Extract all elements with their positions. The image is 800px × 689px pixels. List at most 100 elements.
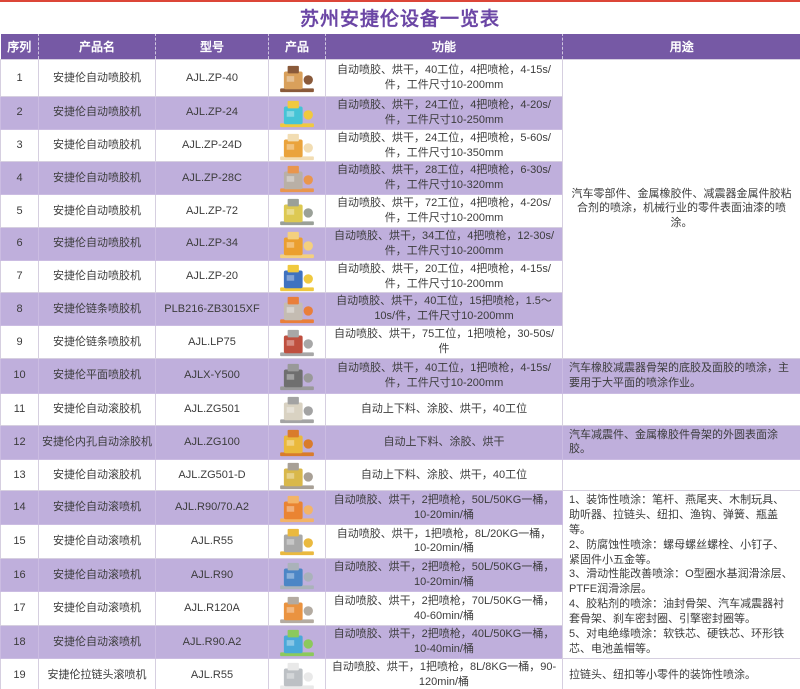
function-cell: 自动喷胶、烘干，40工位，15把喷枪，1.5～10s/件，工件尺寸10-200m… — [326, 293, 563, 326]
model-cell: AJL.ZP-24 — [156, 97, 269, 130]
usage-text-line: 1、装饰性喷涂：笔杆、燕尾夹、木制玩具、助听器、拉链头、纽扣、渔钩、弹簧、瓶盖等… — [569, 493, 794, 538]
function-cell: 自动喷胶、烘干，28工位，4把喷枪，6-30s/件，工件尺寸10-320mm — [326, 162, 563, 195]
table-header-row: 序列 产品名 型号 产品 功能 用途 — [1, 34, 800, 60]
product-image-cell — [269, 491, 326, 525]
usage-cell: 汽车零部件、金属橡胶件、减震器金属件胶粘合剂的喷涂，机械行业的零件表面油漆的喷涂… — [563, 60, 800, 359]
machine-icon — [277, 98, 317, 128]
page-title: 苏州安捷伦设备一览表 — [300, 4, 500, 31]
product-image-cell — [269, 558, 326, 592]
seq-cell: 5 — [1, 195, 39, 228]
seq-cell: 19 — [1, 659, 39, 689]
model-cell: AJL.ZP-34 — [156, 228, 269, 261]
machine-icon — [277, 660, 317, 689]
machine-icon — [277, 262, 317, 292]
usage-text-line: 5、对电绝缘喷涂：软铁芯、硬铁芯、环形铁芯、电池盖帽等。 — [569, 627, 794, 657]
usage-text-line: 拉链头、纽扣等小零件的装饰性喷涂。 — [569, 668, 794, 683]
function-cell: 自动喷胶、烘干，1把喷枪，8L/20KG一桶，10-20min/桶 — [326, 525, 563, 559]
model-cell: AJL.ZG100 — [156, 425, 269, 460]
function-cell: 自动喷胶、烘干，24工位，4把喷枪，4-20s/件，工件尺寸10-250mm — [326, 97, 563, 130]
product-name-cell: 安捷伦自动喷胶机 — [39, 195, 156, 228]
product-name-cell: 安捷伦自动滚喷机 — [39, 592, 156, 626]
header-name: 产品名 — [39, 34, 156, 60]
model-cell: AJLX-Y500 — [156, 358, 269, 393]
table-row: 12安捷伦内孔自动涂胶机AJL.ZG100自动上下料、涂胶、烘干汽车减震件、金属… — [1, 425, 800, 460]
model-cell: AJL.ZG501-D — [156, 460, 269, 491]
product-image-cell — [269, 97, 326, 130]
product-image-cell — [269, 162, 326, 195]
model-cell: AJL.R55 — [156, 659, 269, 689]
equipment-table-body: 1安捷伦自动喷胶机AJL.ZP-40自动喷胶、烘干，40工位，4把喷枪，4-15… — [1, 60, 800, 689]
machine-icon — [277, 63, 317, 93]
seq-cell: 4 — [1, 162, 39, 195]
seq-cell: 13 — [1, 460, 39, 491]
function-cell: 自动喷胶、烘干，34工位，4把喷枪，12-30s/件，工件尺寸10-200mm — [326, 228, 563, 261]
product-image-cell — [269, 129, 326, 162]
seq-cell: 1 — [1, 60, 39, 97]
usage-text-line: 汽车橡胶减震器骨架的底胶及面胶的喷涂，主要用于大平面的喷涂作业。 — [569, 361, 794, 391]
model-cell: AJL.ZP-40 — [156, 60, 269, 97]
function-cell: 自动喷胶、烘干，2把喷枪，50L/50KG一桶，10-20min/桶 — [326, 558, 563, 592]
usage-cell — [563, 460, 800, 491]
model-cell: AJL.R90.A2 — [156, 625, 269, 659]
machine-icon — [277, 594, 317, 624]
header-image: 产品 — [269, 34, 326, 60]
seq-cell: 17 — [1, 592, 39, 626]
product-image-cell — [269, 60, 326, 97]
model-cell: PLB216-ZB3015XF — [156, 293, 269, 326]
product-name-cell: 安捷伦自动喷胶机 — [39, 228, 156, 261]
table-row: 19安捷伦拉链头滚喷机AJL.R55自动喷胶、烘干，1把喷枪，8L/8KG一桶，… — [1, 659, 800, 689]
model-cell: AJL.R120A — [156, 592, 269, 626]
product-name-cell: 安捷伦链条喷胶机 — [39, 326, 156, 359]
product-image-cell — [269, 425, 326, 460]
machine-icon — [277, 526, 317, 556]
machine-icon — [277, 361, 317, 391]
product-name-cell: 安捷伦自动滚胶机 — [39, 460, 156, 491]
product-image-cell — [269, 326, 326, 359]
function-cell: 自动喷胶、烘干，40工位，1把喷枪，4-15s/件，工件尺寸10-200mm — [326, 358, 563, 393]
product-image-cell — [269, 228, 326, 261]
product-name-cell: 安捷伦自动喷胶机 — [39, 97, 156, 130]
header-usage: 用途 — [563, 34, 800, 60]
header-func: 功能 — [326, 34, 563, 60]
model-cell: AJL.LP75 — [156, 326, 269, 359]
function-cell: 自动喷胶、烘干，2把喷枪，70L/50KG一桶，40-60min/桶 — [326, 592, 563, 626]
usage-text-line: 汽车减震件、金属橡胶件骨架的外圆表面涂胶。 — [569, 428, 794, 458]
product-name-cell: 安捷伦自动喷胶机 — [39, 129, 156, 162]
product-image-cell — [269, 195, 326, 228]
equipment-table: 序列 产品名 型号 产品 功能 用途 1安捷伦自动喷胶机AJL.ZP-40自动喷… — [0, 33, 800, 689]
function-cell: 自动上下料、涂胶、烘干 — [326, 425, 563, 460]
product-image-cell — [269, 393, 326, 425]
table-row: 10安捷伦平面喷胶机AJLX-Y500自动喷胶、烘干，40工位，1把喷枪，4-1… — [1, 358, 800, 393]
model-cell: AJL.ZP-24D — [156, 129, 269, 162]
usage-cell: 1、装饰性喷涂：笔杆、燕尾夹、木制玩具、助听器、拉链头、纽扣、渔钩、弹簧、瓶盖等… — [563, 491, 800, 659]
usage-cell — [563, 393, 800, 425]
usage-text-line: 4、胶粘剂的喷涂：油封骨架、汽车减震器衬套骨架、刹车密封圈、引擎密封圈等。 — [569, 597, 794, 627]
seq-cell: 11 — [1, 393, 39, 425]
seq-cell: 15 — [1, 525, 39, 559]
seq-cell: 7 — [1, 260, 39, 293]
machine-icon — [277, 196, 317, 226]
product-name-cell: 安捷伦内孔自动涂胶机 — [39, 425, 156, 460]
function-cell: 自动喷胶、烘干，2把喷枪，50L/50KG一桶，10-20min/桶 — [326, 491, 563, 525]
machine-icon — [277, 560, 317, 590]
function-cell: 自动喷胶、烘干，2把喷枪，40L/50KG一桶，10-40min/桶 — [326, 625, 563, 659]
product-name-cell: 安捷伦链条喷胶机 — [39, 293, 156, 326]
product-image-cell — [269, 625, 326, 659]
model-cell: AJL.R90/70.A2 — [156, 491, 269, 525]
product-name-cell: 安捷伦自动喷胶机 — [39, 60, 156, 97]
usage-cell: 汽车橡胶减震器骨架的底胶及面胶的喷涂，主要用于大平面的喷涂作业。 — [563, 358, 800, 393]
model-cell: AJL.R55 — [156, 525, 269, 559]
product-image-cell — [269, 293, 326, 326]
seq-cell: 16 — [1, 558, 39, 592]
machine-icon — [277, 394, 317, 424]
model-cell: AJL.ZP-72 — [156, 195, 269, 228]
function-cell: 自动上下料、涂胶、烘干，40工位 — [326, 460, 563, 491]
seq-cell: 9 — [1, 326, 39, 359]
product-name-cell: 安捷伦自动滚喷机 — [39, 491, 156, 525]
header-seq: 序列 — [1, 34, 39, 60]
table-row: 1安捷伦自动喷胶机AJL.ZP-40自动喷胶、烘干，40工位，4把喷枪，4-15… — [1, 60, 800, 97]
equipment-list-page: 苏州安捷伦设备一览表 序列 产品名 型号 产品 功能 用途 1安捷伦自动喷胶机A… — [0, 0, 800, 689]
function-cell: 自动喷胶、烘干，72工位，4把喷枪，4-20s/件，工件尺寸10-200mm — [326, 195, 563, 228]
model-cell: AJL.ZP-28C — [156, 162, 269, 195]
product-name-cell: 安捷伦平面喷胶机 — [39, 358, 156, 393]
